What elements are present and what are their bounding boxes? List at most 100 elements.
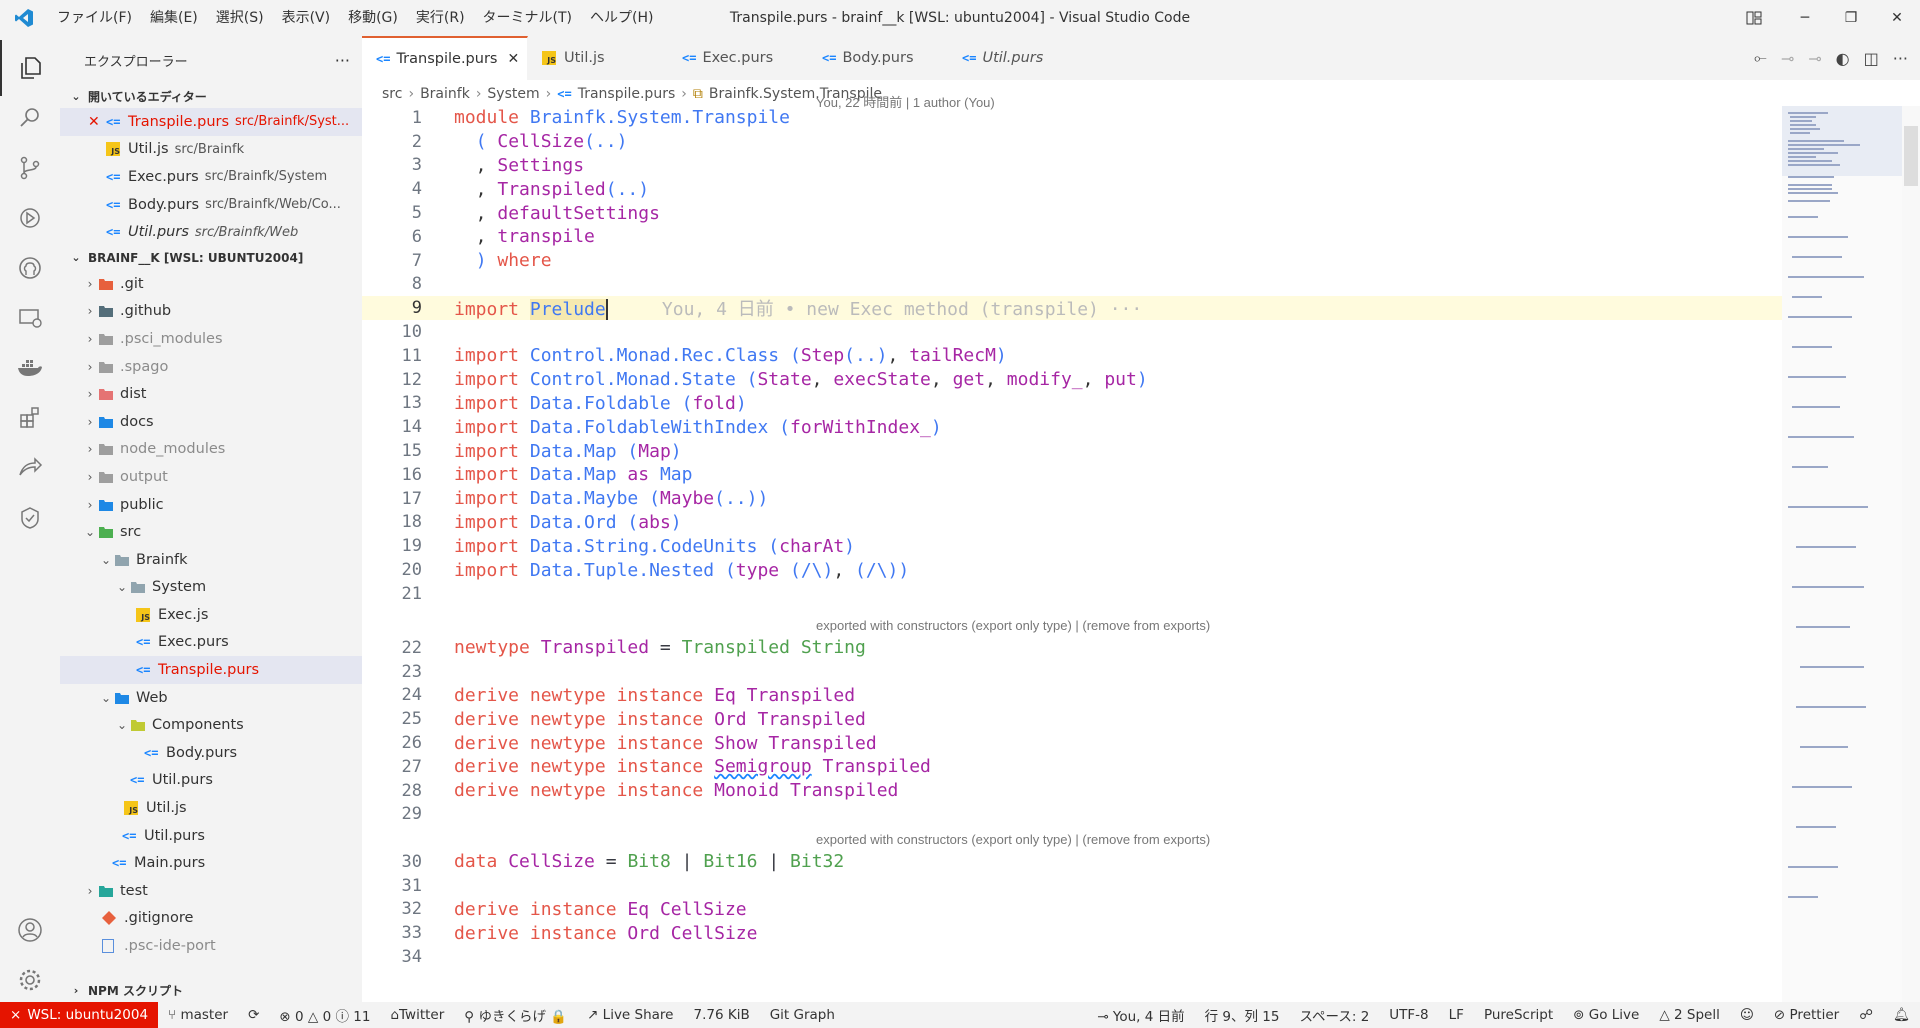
open-editor-item[interactable]: <= Exec.purs src/Brainfk/System [60,163,362,191]
menu-file[interactable]: ファイル(F) [48,0,141,36]
extensions-icon[interactable] [0,390,60,446]
split-editor-icon[interactable]: ◫ [1864,49,1879,68]
feedback-icon[interactable]: ☍ [1849,1007,1883,1023]
tree-folder-open[interactable]: ⌄ Components [60,711,362,739]
export-codelens[interactable]: exported with constructors (export only … [816,618,1210,633]
breadcrumb-item[interactable]: Brainfk [420,86,470,102]
tab-transpile-purs[interactable]: <= Transpile.purs ✕ [362,36,528,80]
tree-file[interactable]: JS Util.js [60,794,362,822]
breadcrumb-item[interactable]: System [487,86,539,102]
git-branch[interactable]: ⑂ master [158,1007,238,1023]
close-tab-icon[interactable]: ✕ [507,51,519,67]
close-editor-icon[interactable]: ✕ [88,114,106,130]
tree-folder[interactable]: › node_modules [60,436,362,464]
tree-file[interactable]: <= Util.purs [60,767,362,795]
source-control-icon[interactable] [0,140,60,196]
user-item[interactable]: ⚲ ゆきくらげ 🔒 [454,1005,577,1025]
layout-icon[interactable] [1726,0,1782,36]
timeline-icon[interactable]: ◐ [1836,49,1850,68]
more-actions-icon[interactable]: ··· [1893,49,1908,68]
tree-folder-open[interactable]: ⌄ Web [60,684,362,712]
close-window-icon[interactable]: ✕ [1874,0,1920,36]
tree-folder[interactable]: › .spago [60,353,362,381]
tree-file[interactable]: <= Main.purs [60,849,362,877]
tree-file-active[interactable]: <= Transpile.purs [60,656,362,684]
git-graph-item[interactable]: Git Graph [760,1007,845,1023]
git-blame-item[interactable]: ⊸ You, 4 日前 [1087,1005,1194,1025]
tree-folder[interactable]: › docs [60,408,362,436]
export-codelens[interactable]: exported with constructors (export only … [816,832,1210,847]
spell-item[interactable]: △ 2 Spell [1649,1007,1730,1023]
tree-folder[interactable]: › .git [60,270,362,298]
tree-folder[interactable]: › output [60,463,362,491]
minimap[interactable] [1782,106,1902,1002]
tree-file[interactable]: <= Body.purs [60,739,362,767]
live-share-item[interactable]: ↗ Live Share [577,1007,683,1023]
open-editor-item[interactable]: <= Util.purs src/Brainfk/Web [60,218,362,246]
tree-file[interactable]: .psc-ide-port [60,932,362,960]
code-editor[interactable]: You, 22 時間前 | 1 author (You) 1 module Bra… [362,95,1782,1002]
tab-util-purs[interactable]: <= Util.purs [948,36,1088,80]
git-next-icon[interactable]: ⊸ [1808,49,1821,68]
settings-gear-icon[interactable] [0,952,60,1008]
breadcrumb-item[interactable]: src [382,86,402,102]
github-icon[interactable] [0,240,60,296]
menu-run[interactable]: 実行(R) [407,0,474,36]
open-editor-item[interactable]: <= Body.purs src/Brainfk/Web/Co... [60,191,362,219]
npm-scripts-header[interactable]: › NPM スクリプト [60,978,183,1002]
language-mode[interactable]: PureScript [1474,1007,1563,1023]
tab-exec-purs[interactable]: <= Exec.purs [668,36,808,80]
scrollbar-thumb[interactable] [1904,126,1918,186]
menu-edit[interactable]: 編集(E) [141,0,207,36]
prettier-item[interactable]: ⊘ Prettier [1764,1007,1849,1023]
cursor-position[interactable]: 行 9、列 15 [1195,1005,1290,1025]
tree-folder-open[interactable]: ⌄ Brainfk [60,546,362,574]
tree-folder[interactable]: › .psci_modules [60,325,362,353]
docker-icon[interactable] [0,340,60,396]
menu-view[interactable]: 表示(V) [273,0,340,36]
open-editor-item[interactable]: ✕ <= Transpile.purs src/Brainfk/Syst... [60,108,362,136]
workspace-header[interactable]: ⌄ BRAINF__K [WSL: UBUNTU2004] [60,246,362,270]
encoding[interactable]: UTF-8 [1379,1007,1438,1023]
menu-go[interactable]: 移動(G) [339,0,407,36]
tree-folder[interactable]: › dist [60,380,362,408]
remote-explorer-icon[interactable] [0,290,60,346]
menu-help[interactable]: ヘルプ(H) [581,0,662,36]
tree-file[interactable]: .gitignore [60,905,362,933]
tree-file[interactable]: JS Exec.js [60,601,362,629]
git-previous-icon[interactable]: ⊸ [1781,49,1794,68]
menu-selection[interactable]: 選択(S) [207,0,273,36]
tree-folder[interactable]: › public [60,491,362,519]
restore-icon[interactable]: ❐ [1828,0,1874,36]
tree-folder-open[interactable]: ⌄ src [60,518,362,546]
tree-folder[interactable]: › .github [60,298,362,326]
breadcrumb-item[interactable]: Transpile.purs [578,86,676,102]
problems-indicator[interactable]: ⊗ 0 △ 0 ⓘ 11 [269,1005,380,1025]
live-share-icon[interactable] [0,440,60,496]
end-of-line[interactable]: LF [1439,1007,1474,1023]
search-icon[interactable] [0,90,60,146]
tree-folder-open[interactable]: ⌄ System [60,574,362,602]
tree-folder[interactable]: › test [60,877,362,905]
tab-body-purs[interactable]: <= Body.purs [808,36,948,80]
go-live-item[interactable]: ⊚ Go Live [1563,1007,1649,1023]
remote-indicator[interactable]: ⨯ WSL: ubuntu2004 [0,1002,159,1028]
vertical-scrollbar[interactable] [1902,106,1920,1002]
minimize-icon[interactable]: ─ [1782,0,1828,36]
more-actions-icon[interactable]: ··· [335,51,350,70]
tree-file[interactable]: <= Exec.purs [60,629,362,657]
explorer-icon[interactable] [0,40,60,96]
tree-file[interactable]: <= Util.purs [60,822,362,850]
copilot-icon[interactable]: ☺ [1730,1007,1764,1023]
indentation[interactable]: スペース: 2 [1289,1005,1379,1025]
git-compare-icon[interactable]: ⟜ [1754,48,1767,68]
tab-util-js[interactable]: JS Util.js [528,36,668,80]
menu-terminal[interactable]: ターミナル(T) [474,0,581,36]
account-icon[interactable] [0,902,60,958]
run-debug-icon[interactable] [0,190,60,246]
twitter-item[interactable]: ⌂Twitter [380,1007,454,1023]
open-editors-header[interactable]: ⌄ 開いているエディター [60,84,362,108]
notifications-bell-icon[interactable]: 🔔︎ [1883,1007,1920,1023]
sync-icon[interactable]: ⟳ [238,1007,269,1023]
open-editor-item[interactable]: JS Util.js src/Brainfk [60,136,362,164]
